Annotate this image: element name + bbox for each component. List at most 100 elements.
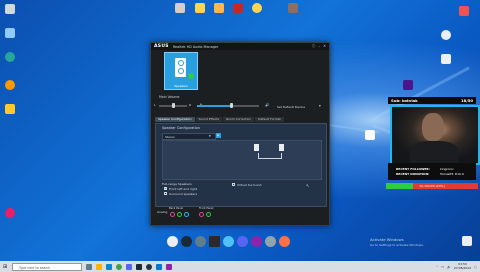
main-volume-label: Main Volume: [159, 95, 180, 99]
desktop-icon-this-pc[interactable]: [2, 28, 18, 38]
window-controls: ⓘ – ✕: [312, 44, 326, 49]
tab-bar: Speaker Configuration Sound Effects Room…: [155, 117, 325, 122]
jack-green[interactable]: [177, 212, 182, 217]
front-jack-pink[interactable]: [199, 212, 204, 217]
virtual-surround-label: Virtual Surround: [237, 182, 262, 187]
play-test-button[interactable]: ▶: [216, 133, 221, 138]
surround-label: Surround speakers: [169, 191, 198, 196]
taskbar-explorer-icon[interactable]: [96, 263, 102, 270]
activate-windows-subtitle: Go to Settings to activate Windows.: [370, 243, 424, 247]
surround-checkbox[interactable]: [164, 192, 167, 195]
configuration-select[interactable]: Stereo ▾: [162, 133, 216, 140]
front-right-speaker-icon[interactable]: [279, 144, 284, 151]
chevron-down-icon[interactable]: ▾: [319, 104, 321, 108]
speaker-icon: [175, 58, 186, 77]
recent-events-box: RECENT FOLLOWER: kingronic RECENT DONATI…: [388, 163, 476, 180]
front-jack-green[interactable]: [206, 212, 211, 217]
desktop-icon-right-1[interactable]: [456, 6, 472, 16]
search-placeholder: Type here to search: [19, 265, 51, 270]
taskbar-obs-icon[interactable]: [146, 263, 152, 270]
virtual-surround-checkbox[interactable]: [232, 183, 235, 186]
task-view-icon[interactable]: [86, 263, 92, 270]
taskbar-edge-icon[interactable]: [106, 263, 112, 270]
recent-follower-value: kingronic: [440, 167, 454, 171]
system-tray: ⌃ ▭ 🔊 03:50 07/08/2022 ▢: [436, 262, 480, 270]
audio-manager-window: ASUS Realtek HD Audio Manager ⓘ – ✕ Spea…: [150, 42, 330, 226]
taskbar-search-input[interactable]: Type here to search: [12, 262, 82, 271]
minimize-icon[interactable]: –: [318, 44, 320, 49]
shortcut-twitch-icon[interactable]: [251, 236, 262, 247]
device-tile-label: Speakers: [174, 84, 188, 88]
clock-date: 07/08/2022: [453, 265, 472, 270]
desktop-icon-app-b[interactable]: [2, 104, 18, 114]
sub-goal-label: Sub: kotviak: [391, 98, 418, 103]
desktop-icon-app-a[interactable]: [2, 80, 18, 90]
chevron-up-icon[interactable]: ⌃: [436, 265, 439, 269]
desktop-icon-file-1[interactable]: [172, 3, 188, 13]
set-default-device-label[interactable]: Set Default Device: [277, 105, 305, 109]
tab-default-format[interactable]: Default Format: [255, 117, 284, 122]
shortcut-steam-icon[interactable]: [181, 236, 192, 247]
desktop-icon-app-c[interactable]: [2, 208, 18, 218]
shortcut-obs-icon[interactable]: [167, 236, 178, 247]
jack-blue[interactable]: [184, 212, 189, 217]
desktop-icon-file-4[interactable]: [230, 3, 246, 13]
tab-sound-effects[interactable]: Sound Effects: [195, 117, 223, 122]
fullrange-title: Full-range Speakers: [162, 182, 192, 186]
shortcut-app-icon[interactable]: [195, 236, 206, 247]
speaker-configuration-panel: Speaker Configuration Stereo ▾ ▶ Full-ra…: [155, 123, 327, 207]
activate-windows-title: Activate Windows: [370, 237, 404, 242]
front-lr-checkbox[interactable]: [164, 187, 167, 190]
taskbar-twitch-icon[interactable]: [166, 263, 172, 270]
volume-slider-fill: [197, 105, 232, 107]
taskbar-steam-icon[interactable]: [136, 263, 142, 270]
notifications-icon[interactable]: ▢: [474, 265, 477, 269]
desktop-icon-bottom-right[interactable]: [459, 236, 475, 246]
info-icon[interactable]: ⓘ: [312, 44, 316, 49]
recent-donation-value: TomasP3: €10.9: [440, 172, 464, 176]
shortcut-uplay-icon[interactable]: [223, 236, 234, 247]
desktop-icon-right-2[interactable]: [438, 30, 454, 40]
taskbar-discord-icon[interactable]: [126, 263, 132, 270]
recent-follower-label: RECENT FOLLOWER:: [396, 167, 430, 171]
desktop-icon-file-5[interactable]: [249, 3, 265, 13]
network-icon[interactable]: ▭: [441, 265, 444, 269]
desktop-shortcut-row: [167, 236, 290, 247]
speaker-icon-small: 🔊: [265, 103, 270, 107]
shortcut-discord-icon[interactable]: [237, 236, 248, 247]
desktop-icon-file-3[interactable]: [211, 3, 227, 13]
streamer-shirt: [410, 141, 458, 163]
desktop-icon-right-4[interactable]: [400, 80, 416, 90]
front-left-speaker-icon[interactable]: [254, 144, 259, 151]
jack-pink[interactable]: [170, 212, 175, 217]
desktop-icon-file-2[interactable]: [192, 3, 208, 13]
desktop-icon-file-7[interactable]: [362, 130, 378, 140]
webcam-feed: [390, 105, 480, 165]
close-icon[interactable]: ✕: [323, 44, 326, 49]
desktop-icon-file-6[interactable]: [285, 3, 301, 13]
tab-speaker-configuration[interactable]: Speaker Configuration: [155, 117, 195, 122]
shortcut-epic-icon[interactable]: [209, 236, 220, 247]
desktop-icon-right-3[interactable]: [438, 54, 454, 64]
taskbar-audio-manager-icon[interactable]: [156, 263, 162, 270]
front-lr-label: Front left and right: [169, 186, 198, 191]
chevron-down-icon: ▾: [209, 134, 211, 138]
shortcut-misc-icon[interactable]: [265, 236, 276, 247]
play-icon: ▶: [217, 133, 220, 138]
balance-slider-knob[interactable]: [171, 103, 175, 108]
start-windows-icon[interactable]: ⊞: [3, 264, 7, 270]
recent-donation-label: RECENT DONATION:: [396, 172, 430, 176]
taskbar-chrome-icon[interactable]: [116, 263, 122, 270]
stream-overlay: Sub: kotviak 18/50 RECENT FOLLOWER: king…: [386, 97, 480, 195]
desktop-icon-edge[interactable]: [2, 52, 18, 62]
clock[interactable]: 03:50 07/08/2022: [453, 262, 472, 270]
volume-slider-knob[interactable]: [229, 103, 233, 108]
asus-logo: ASUS: [154, 44, 169, 49]
sub-goal-bar: Sub: kotviak 18/50: [388, 97, 476, 104]
desktop-icon-recycle-bin[interactable]: [2, 4, 18, 14]
speakers-device-tile[interactable]: Speakers: [164, 52, 198, 90]
taskbar: ⊞ Type here to search ⌃ ▭ 🔊 03:50 07/08/…: [0, 261, 480, 272]
tab-room-correction[interactable]: Room Correction: [223, 117, 255, 122]
volume-icon[interactable]: 🔊: [447, 265, 451, 269]
shortcut-origin-icon[interactable]: [279, 236, 290, 247]
